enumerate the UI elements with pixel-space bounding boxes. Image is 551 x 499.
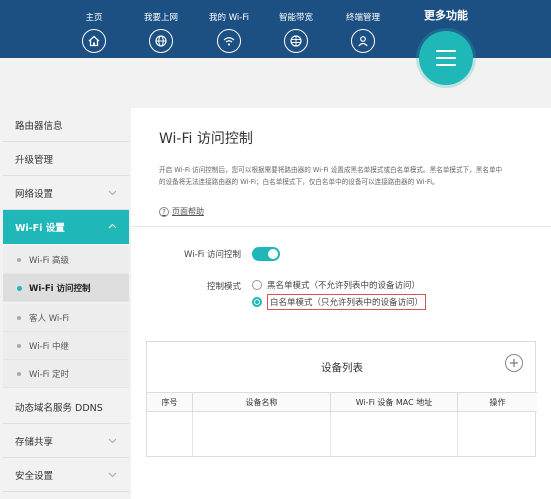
sidebar-item-wifi-settings[interactable]: Wi-Fi 设置 [3, 210, 129, 244]
nav-home[interactable]: 主页 [64, 12, 124, 53]
column-header: Wi-Fi 设备 MAC 地址 [331, 393, 458, 412]
sidebar-subitem-wifi-repeater[interactable]: Wi-Fi 中继 [3, 332, 129, 360]
bullet-icon [17, 344, 21, 348]
device-table-header: 序号 设备名称 Wi-Fi 设备 MAC 地址 操作 [147, 392, 537, 412]
description-line: 开启 Wi-Fi 访问控制后，您可以根据需要将路由器的 Wi-Fi 设置成黑名单… [159, 166, 503, 174]
page-help-link[interactable]: ? 页面帮助 [159, 206, 204, 217]
whitelist-radio[interactable] [252, 297, 262, 307]
sidebar-item-label: 路由器信息 [15, 120, 63, 132]
column-header: 设备名称 [193, 393, 331, 412]
bullet-icon [17, 258, 21, 262]
chevron-up-icon [108, 223, 117, 229]
sidebar-subitem-label: Wi-Fi 访问控制 [29, 283, 91, 294]
blacklist-mode-option[interactable]: 黑名单模式（不允许列表中的设备访问） [252, 279, 420, 291]
bullet-icon [17, 316, 21, 320]
device-list-panel: 设备列表 序号 设备名称 Wi-Fi 设备 MAC 地址 操作 [146, 341, 537, 457]
nav-smart-bandwidth-label: 智能带宽 [278, 13, 313, 23]
nav-internet-label: 我要上网 [143, 13, 178, 23]
bullet-icon [17, 285, 22, 291]
sidebar-item-security[interactable]: 安全设置 [3, 458, 129, 492]
sidebar-subitem-wifi-advanced[interactable]: Wi-Fi 高级 [3, 246, 129, 274]
plus-icon [510, 359, 518, 367]
blacklist-radio[interactable] [252, 280, 262, 290]
whitelist-mode-label: 白名单模式（只允许列表中的设备访问） [267, 294, 427, 310]
sidebar-item-label: 动态域名服务 DDNS [15, 402, 103, 414]
sidebar-item-storage[interactable]: 存储共享 [3, 424, 129, 458]
control-mode-label: 控制模式 [206, 282, 241, 292]
sidebar-item-ddns[interactable]: 动态域名服务 DDNS [3, 390, 129, 424]
nav-internet[interactable]: 我要上网 [131, 12, 191, 53]
table-column-divider [192, 412, 193, 457]
divider [131, 226, 551, 227]
sidebar-item-label: Wi-Fi 设置 [15, 223, 65, 234]
bandwidth-globe-icon [284, 29, 308, 53]
sidebar-subitem-label: 客人 Wi-Fi [29, 313, 69, 324]
blacklist-mode-label: 黑名单模式（不允许列表中的设备访问） [267, 281, 421, 291]
table-column-divider [330, 412, 331, 457]
chevron-down-icon [108, 472, 117, 478]
sidebar-item-upgrade[interactable]: 升级管理 [3, 142, 129, 176]
menu-icon[interactable] [419, 31, 473, 85]
chevron-down-icon [108, 190, 117, 196]
page-description: 开启 Wi-Fi 访问控制后，您可以根据需要将路由器的 Wi-Fi 设置成黑名单… [159, 164, 549, 188]
sidebar-item-label: 升级管理 [15, 154, 54, 166]
sidebar-subitem-label: Wi-Fi 定时 [29, 369, 69, 380]
sidebar-subitem-wifi-timer[interactable]: Wi-Fi 定时 [3, 360, 129, 388]
nav-smart-bandwidth[interactable]: 智能带宽 [266, 12, 326, 53]
sidebar-item-label: 存储共享 [15, 436, 54, 448]
column-header: 操作 [489, 398, 506, 407]
column-header: 序号 [147, 393, 193, 412]
sidebar-subitem-guest-wifi[interactable]: 客人 Wi-Fi [3, 304, 129, 332]
description-line: 的设备将无法连接路由器的 Wi-Fi；白名单模式下，仅白名单中的设备可以连接路由… [159, 178, 439, 186]
globe-icon [149, 29, 173, 53]
table-column-divider [457, 412, 458, 457]
help-icon: ? [159, 206, 169, 217]
access-control-label: Wi-Fi 访问控制 [184, 250, 241, 260]
bullet-icon [17, 372, 21, 376]
nav-terminal-management[interactable]: 终端管理 [333, 12, 393, 53]
sidebar-item-label: 网络设置 [15, 188, 54, 200]
sidebar-item-label: 安全设置 [15, 470, 54, 482]
nav-my-wifi-label: 我的 Wi-Fi [209, 13, 249, 23]
sidebar-subitem-wifi-access-control[interactable]: Wi-Fi 访问控制 [3, 274, 129, 302]
sidebar-item-router-info[interactable]: 路由器信息 [3, 108, 129, 142]
sidebar-item-network[interactable]: 网络设置 [3, 176, 129, 210]
home-icon [82, 29, 106, 53]
whitelist-mode-option[interactable]: 白名单模式（只允许列表中的设备访问） [252, 294, 427, 310]
page-title: Wi-Fi 访问控制 [159, 131, 253, 147]
page-help-label: 页面帮助 [172, 207, 204, 216]
wifi-icon [217, 29, 241, 53]
more-functions-label: 更多功能 [424, 9, 468, 22]
access-control-toggle[interactable] [252, 247, 280, 261]
device-list-title: 设备列表 [321, 362, 363, 374]
chevron-down-icon [108, 438, 117, 444]
nav-my-wifi[interactable]: 我的 Wi-Fi [199, 12, 259, 53]
add-device-button[interactable] [505, 354, 523, 372]
sidebar-subitem-label: Wi-Fi 高级 [29, 255, 69, 266]
main-content: Wi-Fi 访问控制 开启 Wi-Fi 访问控制后，您可以根据需要将路由器的 W… [131, 108, 551, 499]
user-icon [351, 29, 375, 53]
nav-terminal-management-label: 终端管理 [345, 13, 380, 23]
sidebar-subitem-label: Wi-Fi 中继 [29, 341, 69, 352]
sidebar: 路由器信息 升级管理 网络设置 Wi-Fi 设置 Wi-Fi 高级 Wi-Fi … [3, 108, 129, 499]
nav-home-label: 主页 [85, 13, 103, 23]
